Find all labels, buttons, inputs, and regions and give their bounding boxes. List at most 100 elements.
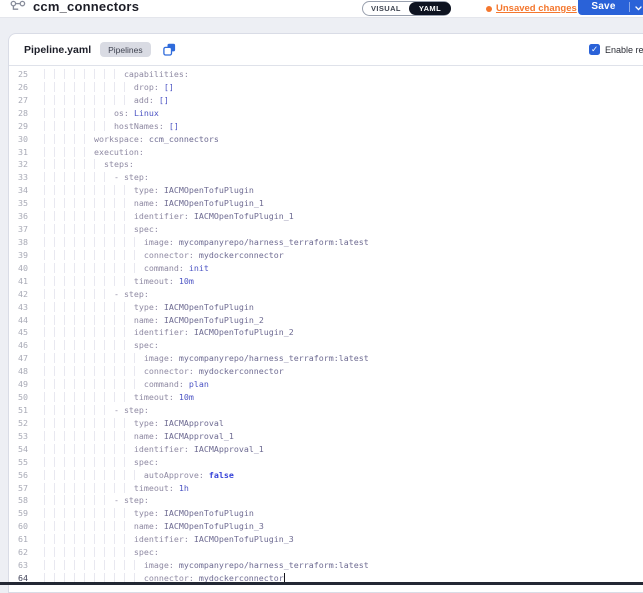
yaml-code-text: identifier: IACMApproval_1	[44, 443, 264, 456]
yaml-line[interactable]: 31 execution:	[9, 146, 643, 159]
visual-yaml-toggle[interactable]: VISUAL YAML	[362, 1, 451, 16]
yaml-code-text: drop: []	[44, 81, 174, 94]
line-number[interactable]: 41	[9, 275, 28, 288]
yaml-line[interactable]: 62 spec:	[9, 546, 643, 559]
yaml-line[interactable]: 44 name: IACMOpenTofuPlugin_2	[9, 314, 643, 327]
line-number[interactable]: 49	[9, 378, 28, 391]
line-number[interactable]: 38	[9, 236, 28, 249]
yaml-line[interactable]: 59 type: IACMOpenTofuPlugin	[9, 507, 643, 520]
line-number[interactable]: 40	[9, 262, 28, 275]
yaml-line[interactable]: 54 identifier: IACMApproval_1	[9, 443, 643, 456]
yaml-code-text: command: init	[44, 262, 209, 275]
yaml-code-text: spec:	[44, 339, 159, 352]
save-split-button[interactable]: Save	[578, 0, 643, 15]
yaml-line[interactable]: 25 capabilities:	[9, 68, 643, 81]
yaml-line[interactable]: 53 name: IACMApproval_1	[9, 430, 643, 443]
yaml-line[interactable]: 49 command: plan	[9, 378, 643, 391]
save-options-button[interactable]	[630, 0, 643, 15]
yaml-line[interactable]: 34 type: IACMOpenTofuPlugin	[9, 184, 643, 197]
yaml-line[interactable]: 47 image: mycompanyrepo/harness_terrafor…	[9, 352, 643, 365]
yaml-line[interactable]: 32 steps:	[9, 158, 643, 171]
yaml-line[interactable]: 26 drop: []	[9, 81, 643, 94]
yaml-line[interactable]: 60 name: IACMOpenTofuPlugin_3	[9, 520, 643, 533]
yaml-line[interactable]: 37 spec:	[9, 223, 643, 236]
line-number[interactable]: 58	[9, 494, 28, 507]
yaml-line[interactable]: 30 workspace: ccm_connectors	[9, 133, 643, 146]
line-number[interactable]: 55	[9, 456, 28, 469]
yaml-line[interactable]: 28 os: Linux	[9, 107, 643, 120]
yaml-code-text: timeout: 10m	[44, 275, 194, 288]
yaml-line[interactable]: 51 - step:	[9, 404, 643, 417]
line-number[interactable]: 56	[9, 469, 28, 482]
line-number[interactable]: 44	[9, 314, 28, 327]
yaml-code-text: image: mycompanyrepo/harness_terraform:l…	[44, 559, 369, 572]
copy-yaml-button[interactable]	[163, 43, 176, 56]
yaml-line[interactable]: 45 identifier: IACMOpenTofuPlugin_2	[9, 326, 643, 339]
line-number[interactable]: 39	[9, 249, 28, 262]
yaml-line[interactable]: 52 type: IACMApproval	[9, 417, 643, 430]
line-number[interactable]: 61	[9, 533, 28, 546]
line-number[interactable]: 63	[9, 559, 28, 572]
yaml-line[interactable]: 41 timeout: 10m	[9, 275, 643, 288]
file-name-label: Pipeline.yaml	[24, 44, 91, 56]
line-number[interactable]: 50	[9, 391, 28, 404]
yaml-line[interactable]: 27 add: []	[9, 94, 643, 107]
unsaved-dot-icon	[486, 6, 492, 12]
yaml-line[interactable]: 36 identifier: IACMOpenTofuPlugin_1	[9, 210, 643, 223]
yaml-code-text: add: []	[44, 94, 169, 107]
yaml-code-editor[interactable]: 25 capabilities:26 drop: []27 add: []28 …	[9, 66, 643, 592]
toggle-option-visual[interactable]: VISUAL	[363, 4, 409, 13]
line-number[interactable]: 31	[9, 146, 28, 159]
line-number[interactable]: 33	[9, 171, 28, 184]
line-number[interactable]: 46	[9, 339, 28, 352]
line-number[interactable]: 51	[9, 404, 28, 417]
line-number[interactable]: 53	[9, 430, 28, 443]
line-number[interactable]: 32	[9, 158, 28, 171]
enable-edit-control[interactable]: ✓ Enable read/	[589, 34, 643, 65]
yaml-line[interactable]: 55 spec:	[9, 456, 643, 469]
line-number[interactable]: 36	[9, 210, 28, 223]
yaml-line[interactable]: 57 timeout: 1h	[9, 482, 643, 495]
line-number[interactable]: 28	[9, 107, 28, 120]
yaml-line[interactable]: 46 spec:	[9, 339, 643, 352]
yaml-line[interactable]: 50 timeout: 10m	[9, 391, 643, 404]
yaml-line[interactable]: 38 image: mycompanyrepo/harness_terrafor…	[9, 236, 643, 249]
line-number[interactable]: 35	[9, 197, 28, 210]
line-number[interactable]: 37	[9, 223, 28, 236]
toggle-option-yaml[interactable]: YAML	[409, 2, 451, 15]
line-number[interactable]: 29	[9, 120, 28, 133]
line-number[interactable]: 47	[9, 352, 28, 365]
line-number[interactable]: 30	[9, 133, 28, 146]
yaml-line[interactable]: 43 type: IACMOpenTofuPlugin	[9, 301, 643, 314]
line-number[interactable]: 26	[9, 81, 28, 94]
yaml-line[interactable]: 56 autoApprove: false	[9, 469, 643, 482]
yaml-line[interactable]: 42 - step:	[9, 288, 643, 301]
line-number[interactable]: 48	[9, 365, 28, 378]
line-number[interactable]: 25	[9, 68, 28, 81]
yaml-line[interactable]: 33 - step:	[9, 171, 643, 184]
save-button[interactable]: Save	[578, 0, 629, 15]
line-number[interactable]: 27	[9, 94, 28, 107]
line-number[interactable]: 57	[9, 482, 28, 495]
unsaved-changes-link[interactable]: Unsaved changes	[496, 3, 577, 14]
yaml-line[interactable]: 63 image: mycompanyrepo/harness_terrafor…	[9, 559, 643, 572]
yaml-line[interactable]: 40 command: init	[9, 262, 643, 275]
line-number[interactable]: 42	[9, 288, 28, 301]
yaml-line[interactable]: 61 identifier: IACMOpenTofuPlugin_3	[9, 533, 643, 546]
unsaved-changes[interactable]: Unsaved changes	[486, 2, 577, 15]
yaml-line[interactable]: 48 connector: mydockerconnector	[9, 365, 643, 378]
line-number[interactable]: 60	[9, 520, 28, 533]
line-number[interactable]: 54	[9, 443, 28, 456]
line-number[interactable]: 34	[9, 184, 28, 197]
yaml-line[interactable]: 39 connector: mydockerconnector	[9, 249, 643, 262]
line-number[interactable]: 45	[9, 326, 28, 339]
line-number[interactable]: 59	[9, 507, 28, 520]
line-number[interactable]: 62	[9, 546, 28, 559]
yaml-code-text: connector: mydockerconnector	[44, 249, 284, 262]
enable-edit-checkbox[interactable]: ✓	[589, 44, 600, 55]
yaml-line[interactable]: 29 hostNames: []	[9, 120, 643, 133]
line-number[interactable]: 43	[9, 301, 28, 314]
yaml-line[interactable]: 35 name: IACMOpenTofuPlugin_1	[9, 197, 643, 210]
yaml-line[interactable]: 58 - step:	[9, 494, 643, 507]
line-number[interactable]: 52	[9, 417, 28, 430]
